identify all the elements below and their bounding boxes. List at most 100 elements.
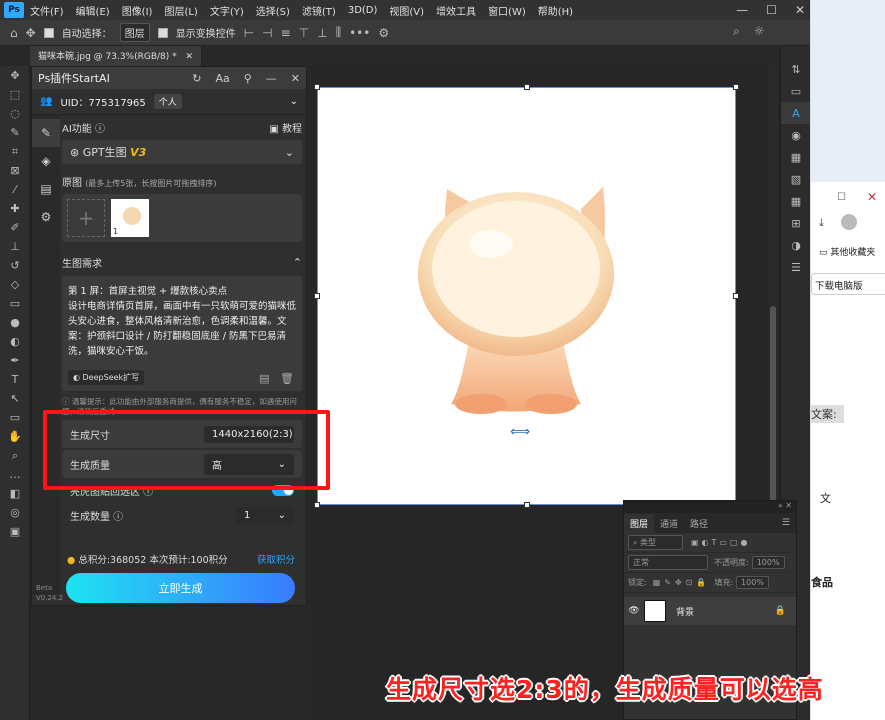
pen-icon[interactable]: ✒ xyxy=(0,351,30,370)
model-selector[interactable]: ⊛ GPT生图 V3 ⌄ xyxy=(62,140,302,164)
brush-icon[interactable]: ✐ xyxy=(0,218,30,237)
minimize-icon[interactable]: — xyxy=(736,3,748,17)
show-transform-checkbox[interactable] xyxy=(157,27,168,38)
count-select[interactable]: 1 ⌄ xyxy=(236,506,294,524)
browser-close-icon[interactable]: ✕ xyxy=(867,190,877,204)
close-icon[interactable]: ✕ xyxy=(795,3,805,17)
lasso-icon[interactable]: ◌ xyxy=(0,104,30,123)
blend-mode-dropdown[interactable]: 正常 xyxy=(628,555,708,570)
menu-type[interactable]: 文字(Y) xyxy=(210,3,244,18)
opacity-field[interactable]: 100% xyxy=(751,556,785,569)
align-top-icon[interactable]: ⊤ xyxy=(299,26,309,40)
edit-icon[interactable]: ✎ xyxy=(32,119,60,147)
screen-mode-icon[interactable]: ▣ xyxy=(0,522,30,541)
menu-image[interactable]: 图像(I) xyxy=(122,3,153,18)
prompt-library-icon[interactable]: ▤ xyxy=(259,372,269,385)
prompt-box[interactable]: 第 1 屏：首屏主视觉 + 爆款核心卖点 设计电商详情页首屏，画面中有一只软萌可… xyxy=(62,276,302,391)
collapse-icon[interactable]: » xyxy=(778,501,783,513)
adjustments-icon[interactable]: ◑ xyxy=(781,234,811,256)
close-icon[interactable]: ✕ xyxy=(785,501,792,513)
document-tab[interactable]: 猫咪本碗.jpg @ 73.3%(RGB/8) * ✕ xyxy=(30,46,203,66)
shape-icon[interactable]: ▭ xyxy=(0,408,30,427)
document-icon[interactable]: ▤ xyxy=(32,175,60,203)
refresh-icon[interactable]: ↻ xyxy=(192,72,201,85)
pin-icon[interactable]: ⚲ xyxy=(244,72,252,85)
frame-icon[interactable]: ⊠ xyxy=(0,161,30,180)
visibility-eye-icon[interactable]: 👁 xyxy=(624,606,644,616)
libraries-icon[interactable]: ⊞ xyxy=(781,212,811,234)
path-select-icon[interactable]: ↖ xyxy=(0,389,30,408)
menu-layer[interactable]: 图层(L) xyxy=(164,3,197,18)
requirement-header[interactable]: 生图需求 ⌃ xyxy=(62,252,302,272)
transform-handle[interactable] xyxy=(733,84,739,90)
get-points-link[interactable]: 获取积分 xyxy=(257,552,295,566)
hand-icon[interactable]: ✋ xyxy=(0,427,30,446)
align-center-icon[interactable]: ⊣ xyxy=(262,26,272,40)
tab-paths[interactable]: 路径 xyxy=(684,514,714,533)
download-desktop-button[interactable]: 下载电脑版 xyxy=(811,273,885,295)
prompt-text[interactable]: 第 1 屏：首屏主视觉 + 爆款核心卖点 设计电商详情页首屏，画面中有一只软萌可… xyxy=(68,284,296,359)
settings-gear-icon[interactable]: ⚙ xyxy=(32,203,60,231)
transform-handle[interactable] xyxy=(314,84,320,90)
align-right-icon[interactable]: ≡ xyxy=(281,26,291,40)
fill-field[interactable]: 100% xyxy=(736,576,769,589)
menu-help[interactable]: 帮助(H) xyxy=(538,3,573,18)
gradient-icon[interactable]: ▭ xyxy=(0,294,30,313)
transform-handle[interactable] xyxy=(524,502,530,508)
marquee-icon[interactable]: ⬚ xyxy=(0,85,30,104)
menu-3d[interactable]: 3D(D) xyxy=(348,5,378,16)
layer-row[interactable]: 👁 背景 🔒 xyxy=(624,597,796,625)
transform-handle[interactable] xyxy=(314,502,320,508)
more-options-icon[interactable]: ••• xyxy=(349,26,370,40)
plugin-logo-icon[interactable]: A xyxy=(781,102,811,124)
patterns-icon[interactable]: ▦ xyxy=(781,190,811,212)
auto-select-dropdown[interactable]: 图层 xyxy=(119,23,150,42)
tab-layers[interactable]: 图层 xyxy=(624,513,655,533)
move-tool-icon[interactable]: ✥ xyxy=(26,26,36,40)
stamp-icon[interactable]: ⊥ xyxy=(0,237,30,256)
deepseek-button[interactable]: ◐ DeepSeek扩写 xyxy=(68,370,145,385)
menu-edit[interactable]: 编辑(E) xyxy=(76,3,110,18)
filter-dropdown[interactable]: ⌕ 类型 xyxy=(628,535,683,550)
distribute-icon[interactable]: ⫼ xyxy=(336,25,342,40)
close-panel-icon[interactable]: ✕ xyxy=(291,72,300,85)
comment-icon[interactable]: ▭ xyxy=(781,80,811,102)
eraser-icon[interactable]: ◇ xyxy=(0,275,30,294)
color-swatch-icon[interactable]: ◧ xyxy=(0,484,30,503)
search-icon[interactable]: ⌕ xyxy=(733,24,740,39)
add-image-button[interactable]: + xyxy=(67,199,105,237)
align-left-icon[interactable]: ⊢ xyxy=(244,26,254,40)
dodge-icon[interactable]: ◐ xyxy=(0,332,30,351)
home-icon[interactable]: ⌂ xyxy=(10,26,18,40)
chevron-down-icon[interactable]: ⌄ xyxy=(290,96,298,107)
minimize-panel-icon[interactable]: — xyxy=(266,72,277,85)
transform-handle[interactable] xyxy=(524,84,530,90)
light-icon[interactable]: ☼ xyxy=(754,24,765,39)
zoom-icon[interactable]: ⌕ xyxy=(0,446,30,465)
generate-button[interactable]: 立即生成 xyxy=(66,573,295,603)
blur-icon[interactable]: ● xyxy=(0,313,30,332)
healing-icon[interactable]: ✚ xyxy=(0,199,30,218)
source-thumbnail[interactable]: 1 xyxy=(111,199,149,237)
settings-icon[interactable]: ⚙ xyxy=(378,26,389,40)
color-icon[interactable]: ◉ xyxy=(781,124,811,146)
tab-close-icon[interactable]: ✕ xyxy=(186,52,194,62)
lock-icons[interactable]: ▦✎✥⊡🔒 xyxy=(653,578,711,587)
quick-select-icon[interactable]: ✎ xyxy=(0,123,30,142)
trash-icon[interactable]: 🗑 xyxy=(280,372,294,385)
more-tools-icon[interactable]: … xyxy=(0,465,30,484)
menu-filter[interactable]: 滤镜(T) xyxy=(302,3,336,18)
browser-max-icon[interactable]: ☐ xyxy=(837,192,846,203)
filter-icons[interactable]: ▣◐T▭▢● xyxy=(691,538,751,547)
download-icon[interactable]: ⤓ xyxy=(819,216,824,230)
maximize-icon[interactable]: ☐ xyxy=(766,3,777,17)
account-badge[interactable]: 个人 xyxy=(153,94,182,109)
transform-handle[interactable] xyxy=(733,293,739,299)
auto-select-checkbox[interactable] xyxy=(43,27,54,38)
menu-view[interactable]: 视图(V) xyxy=(389,3,424,18)
tab-channels[interactable]: 通道 xyxy=(654,514,684,533)
avatar[interactable] xyxy=(841,214,857,230)
swatches-icon[interactable]: ▦ xyxy=(781,146,811,168)
type-icon[interactable]: T xyxy=(0,370,30,389)
menu-window[interactable]: 窗口(W) xyxy=(488,3,526,18)
